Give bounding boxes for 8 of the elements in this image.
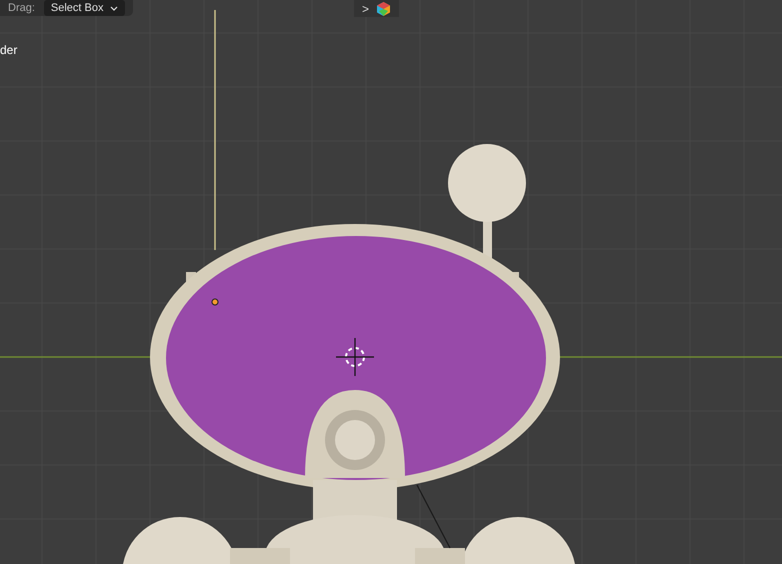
chevron-down-icon: [110, 6, 118, 10]
drag-label: Drag:: [8, 2, 35, 14]
origin-point-icon: [212, 298, 218, 306]
color-cube-icon[interactable]: [377, 2, 390, 16]
expand-toggle[interactable]: >: [362, 2, 370, 14]
select-tool-dropdown[interactable]: Select Box: [44, 0, 124, 16]
3d-cursor-icon: [336, 338, 374, 376]
object-info-text: der: [0, 44, 18, 56]
